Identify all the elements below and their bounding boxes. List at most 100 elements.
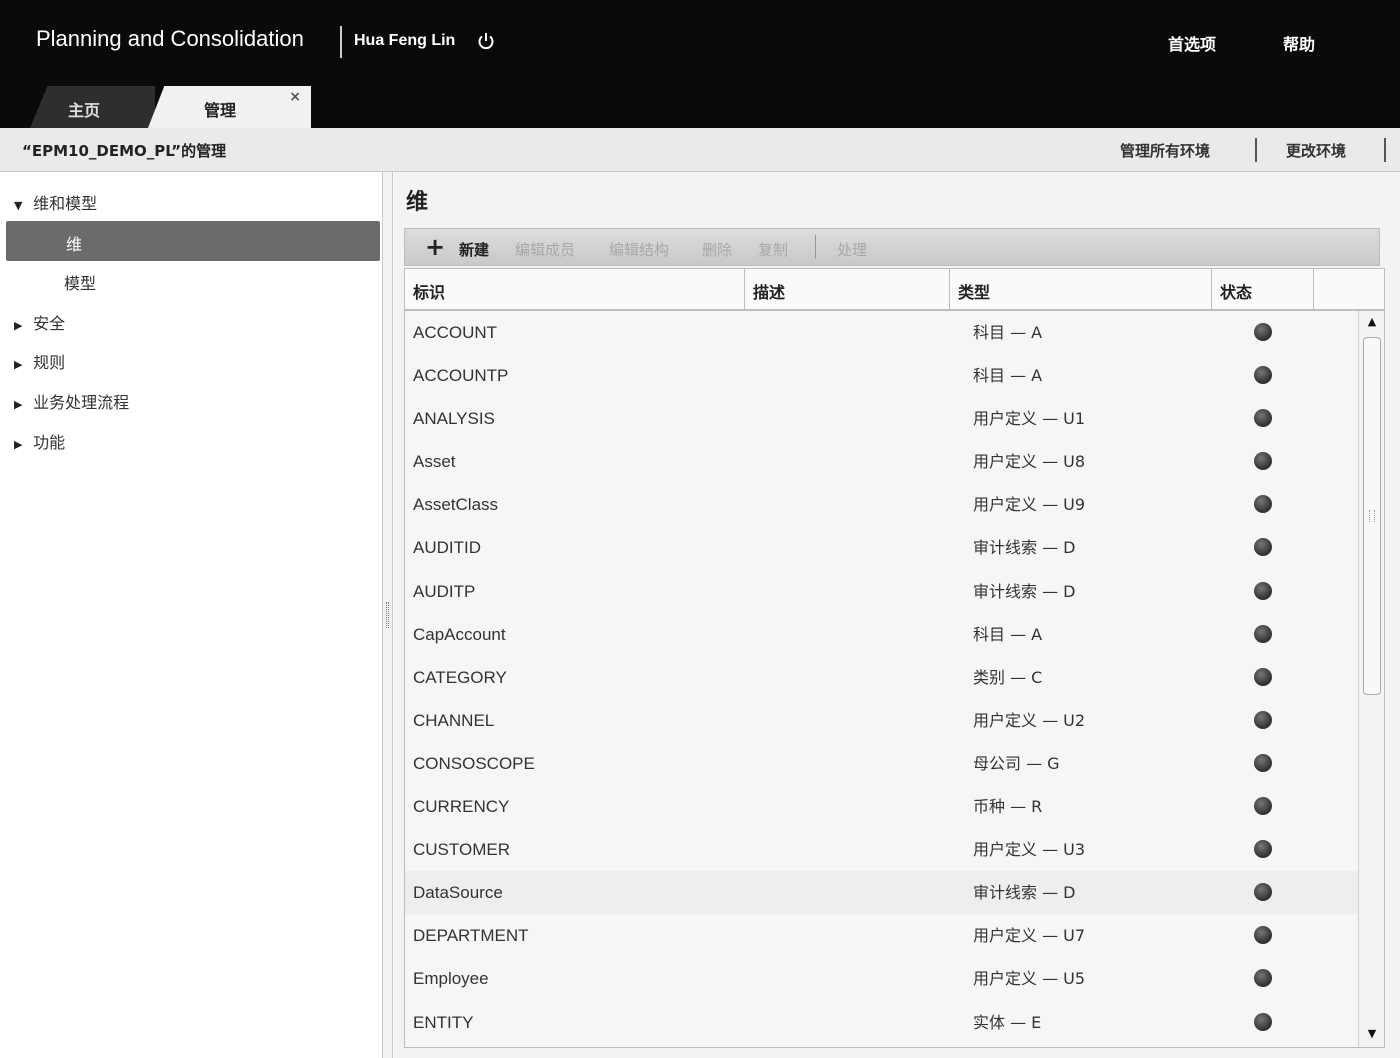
new-button[interactable]: 新建 — [459, 239, 489, 260]
admin-navigation: ▼ 维和模型 维 模型 ▶ 安全 ▶ 规则 ▶ 业务处理流程 ▶ 功能 — [0, 172, 383, 1058]
table-row[interactable]: ENTITY 实体 — E — [405, 1001, 1358, 1044]
dimension-toolbar: + 新建 编辑成员 编辑结构 删除 复制 处理 — [404, 228, 1380, 266]
status-indicator-icon — [1254, 710, 1272, 729]
cell-type: 类别 — C — [973, 667, 1043, 687]
change-environment-link[interactable]: 更改环境 — [1286, 140, 1346, 161]
status-indicator-icon — [1254, 581, 1272, 600]
table-row[interactable]: ACCOUNTP 科目 — A — [405, 354, 1358, 397]
collapse-arrow-icon: ▶ — [14, 438, 23, 451]
cell-id: AUDITP — [413, 581, 476, 601]
scroll-down-icon[interactable]: ▼ — [1364, 1027, 1380, 1043]
table-body: ACCOUNT 科目 — A ACCOUNTP 科目 — A ANALYSIS 用户定义 … — [405, 311, 1358, 1044]
cell-type: 用户定义 — U3 — [973, 840, 1086, 860]
edit-members-button[interactable]: 编辑成员 — [515, 239, 575, 260]
panel-splitter[interactable] — [383, 172, 393, 1058]
cell-id: CHANNEL — [413, 710, 495, 730]
nav-group-label: 业务处理流程 — [33, 393, 130, 412]
table-row[interactable]: CONSOSCOPE 母公司 — G — [405, 742, 1358, 785]
table-row[interactable]: DataSource 审计线索 — D — [405, 871, 1358, 915]
status-indicator-icon — [1254, 883, 1272, 902]
cell-type: 用户定义 — U7 — [973, 926, 1086, 946]
cell-id: DEPARTMENT — [413, 926, 529, 946]
nav-group-rules[interactable]: ▶ 规则 — [14, 349, 65, 373]
tab-home[interactable]: 主页 — [30, 86, 155, 128]
column-header-type[interactable]: 类型 — [950, 269, 1212, 309]
close-tab-icon[interactable]: × — [289, 89, 301, 105]
cell-id: ANALYSIS — [413, 409, 495, 429]
status-indicator-icon — [1254, 667, 1272, 686]
table-row[interactable]: Employee 用户定义 — U5 — [405, 957, 1358, 1000]
table-row[interactable]: AssetClass 用户定义 — U9 — [405, 483, 1358, 526]
table-row[interactable]: ANALYSIS 用户定义 — U1 — [405, 397, 1358, 440]
nav-group-label: 维和模型 — [33, 194, 98, 213]
cell-id: CATEGORY — [413, 667, 507, 687]
help-link[interactable]: 帮助 — [1283, 31, 1315, 55]
add-icon[interactable]: + — [425, 233, 445, 261]
cell-id: ENTITY — [413, 1012, 474, 1032]
table-row[interactable]: DEPARTMENT 用户定义 — U7 — [405, 914, 1358, 957]
copy-button[interactable]: 复制 — [758, 239, 788, 260]
manage-all-environments-link[interactable]: 管理所有环境 — [1120, 140, 1210, 161]
tab-admin[interactable]: 管理 × — [148, 86, 311, 128]
status-indicator-icon — [1254, 409, 1272, 428]
cell-id: DataSource — [413, 883, 503, 903]
table-row[interactable]: AUDITP 审计线索 — D — [405, 570, 1358, 613]
divider — [1384, 138, 1386, 162]
table-row[interactable]: AUDITID 审计线索 — D — [405, 526, 1358, 569]
edit-structure-button[interactable]: 编辑结构 — [609, 239, 669, 260]
status-indicator-icon — [1254, 452, 1272, 471]
dimensions-panel: 维 + 新建 编辑成员 编辑结构 删除 复制 处理 标识 描述 类型 状态 AC… — [394, 172, 1400, 1058]
toolbar-divider — [815, 235, 816, 259]
title-divider — [340, 26, 342, 58]
delete-button[interactable]: 删除 — [702, 239, 732, 260]
user-name: Hua Feng Lin — [354, 32, 456, 49]
scrollbar-thumb[interactable] — [1363, 337, 1381, 695]
thumb-grip-icon — [1369, 510, 1375, 522]
cell-type: 审计线索 — D — [973, 883, 1076, 903]
cell-id: CONSOSCOPE — [413, 753, 535, 773]
status-indicator-icon — [1254, 538, 1272, 557]
cell-id: ACCOUNT — [413, 323, 498, 342]
nav-group-label: 规则 — [33, 353, 66, 372]
status-indicator-icon — [1254, 926, 1272, 945]
status-indicator-icon — [1254, 969, 1272, 988]
nav-group-dimensions-models[interactable]: ▼ 维和模型 — [14, 190, 97, 214]
nav-group-security[interactable]: ▶ 安全 — [14, 310, 65, 334]
column-header-id[interactable]: 标识 — [405, 269, 745, 309]
tab-admin-label: 管理 — [204, 101, 237, 120]
nav-group-features[interactable]: ▶ 功能 — [14, 429, 65, 453]
collapse-arrow-icon: ▶ — [14, 398, 23, 411]
column-header-description[interactable]: 描述 — [745, 269, 950, 309]
table-row[interactable]: CURRENCY 币种 — R — [405, 785, 1358, 828]
nav-group-label: 安全 — [33, 314, 66, 333]
vertical-scrollbar[interactable]: ▲ ▼ — [1358, 311, 1384, 1047]
splitter-grip-icon — [386, 602, 389, 628]
collapse-arrow-icon: ▶ — [14, 358, 23, 371]
nav-item-models[interactable]: 模型 — [64, 270, 96, 294]
table-row[interactable]: ACCOUNT 科目 — A — [405, 311, 1358, 354]
cell-id: Asset — [413, 452, 456, 472]
page-context-title: “EPM10_DEMO_PL”的管理 — [22, 142, 227, 160]
preferences-link[interactable]: 首选项 — [1168, 31, 1216, 55]
table-row[interactable]: Asset 用户定义 — U8 — [405, 440, 1358, 483]
cell-type: 审计线索 — D — [973, 581, 1076, 601]
table-row[interactable]: CapAccount 科目 — A — [405, 613, 1358, 656]
cell-type: 实体 — E — [973, 1012, 1042, 1032]
cell-id: Employee — [413, 969, 489, 989]
status-indicator-icon — [1254, 323, 1272, 341]
app-title: Planning and Consolidation — [36, 26, 304, 51]
table-row[interactable]: CATEGORY 类别 — C — [405, 656, 1358, 699]
collapse-arrow-icon: ▶ — [14, 319, 23, 332]
tab-home-label: 主页 — [68, 101, 101, 120]
cell-type: 币种 — R — [973, 797, 1043, 817]
table-row[interactable]: CUSTOMER 用户定义 — U3 — [405, 828, 1358, 871]
cell-type: 母公司 — G — [973, 753, 1060, 773]
nav-group-business-process-flows[interactable]: ▶ 业务处理流程 — [14, 389, 129, 413]
status-indicator-icon — [1254, 495, 1272, 514]
logout-power-icon[interactable] — [476, 31, 496, 51]
nav-item-dimensions[interactable]: 维 — [6, 221, 380, 261]
scroll-up-icon[interactable]: ▲ — [1364, 315, 1380, 331]
column-header-status[interactable]: 状态 — [1212, 269, 1314, 309]
process-button[interactable]: 处理 — [837, 239, 867, 260]
table-row[interactable]: CHANNEL 用户定义 — U2 — [405, 699, 1358, 742]
